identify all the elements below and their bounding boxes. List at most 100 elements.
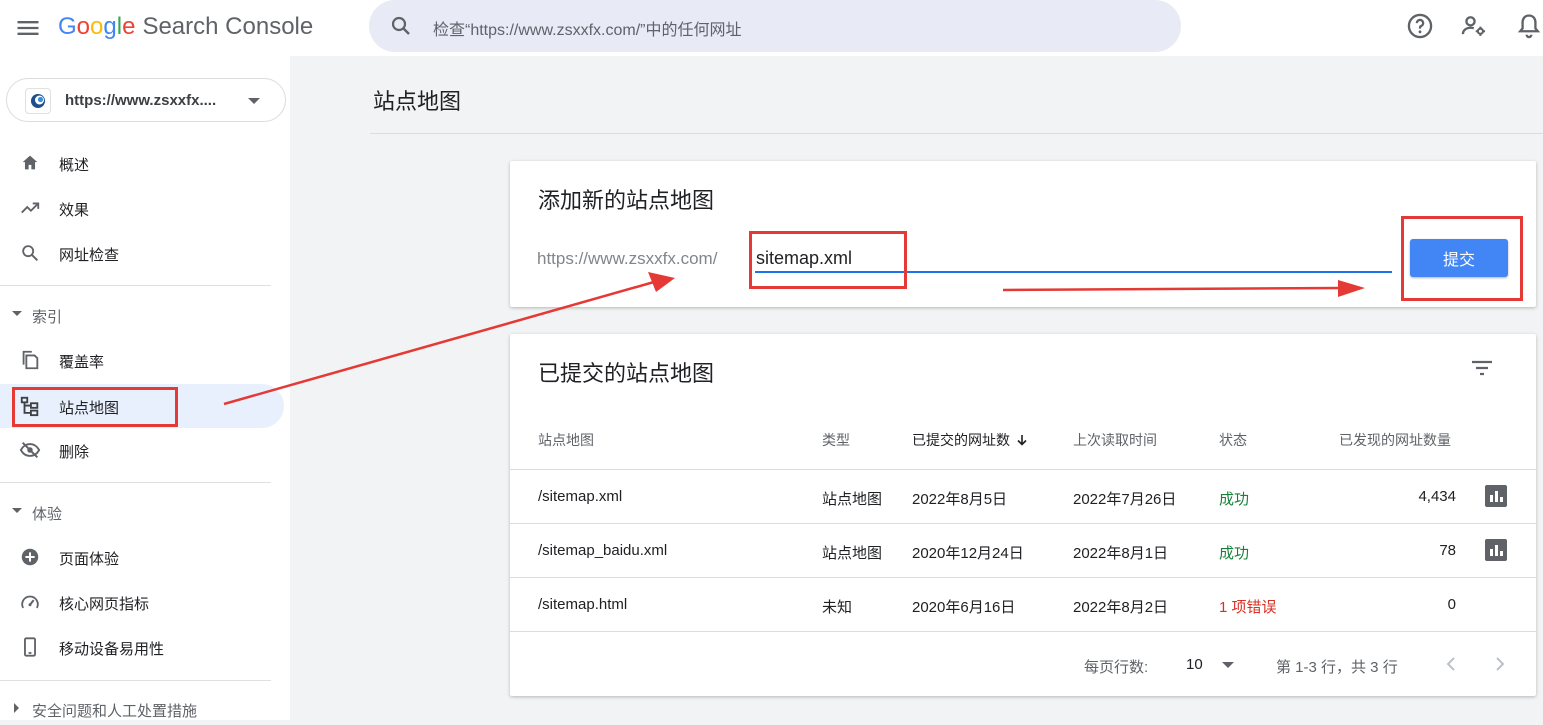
logo-letter: G — [58, 13, 77, 40]
nav-divider — [0, 680, 271, 681]
caret-down-icon — [12, 311, 22, 316]
home-icon — [22, 155, 38, 170]
property-selector[interactable]: https://www.zsxxfx.... — [6, 78, 286, 122]
trending-up-icon — [21, 202, 40, 214]
section-label: 索引 — [32, 309, 63, 326]
nav-divider — [0, 482, 271, 483]
help-icon[interactable] — [1406, 12, 1434, 40]
annotation-box-input — [749, 231, 907, 289]
nav-item-page-experience[interactable]: 页面体验 — [0, 535, 284, 579]
url-prefix: https://www.zsxxfx.com/ — [537, 249, 718, 268]
add-sitemap-card: 添加新的站点地图 https://www.zsxxfx.com/ 提交 — [510, 161, 1536, 307]
column-header-discovered[interactable]: 已发现的网址数量 — [1339, 430, 1451, 450]
cell-submitted: 2022年8月5日 — [912, 491, 1008, 508]
nav-divider — [0, 285, 271, 286]
app-logo[interactable]: Google Search Console — [58, 12, 313, 42]
cell-discovered: 0 — [1447, 596, 1456, 613]
cell-sitemap: /sitemap.xml — [538, 488, 623, 505]
filter-icon[interactable] — [1468, 356, 1496, 380]
speed-gauge-icon — [21, 595, 39, 609]
chevron-right-icon[interactable] — [1492, 654, 1508, 674]
nav-section-security[interactable]: 安全问题和人工处置措施 — [0, 695, 271, 725]
cell-type: 站点地图 — [822, 545, 883, 562]
add-sitemap-title: 添加新的站点地图 — [538, 188, 715, 213]
column-header-last-read[interactable]: 上次读取时间 — [1073, 430, 1157, 450]
title-divider — [370, 133, 1543, 134]
nav-section-experience[interactable]: 体验 — [0, 498, 271, 528]
menu-icon[interactable] — [14, 14, 42, 42]
cell-status: 1 项错误 — [1219, 599, 1277, 616]
nav-item-url-inspection[interactable]: 网址检查 — [0, 231, 284, 275]
row-divider — [510, 631, 1536, 632]
cell-discovered: 78 — [1439, 542, 1456, 559]
search-icon — [391, 16, 410, 35]
section-label: 体验 — [32, 506, 63, 523]
copy-icon — [22, 350, 39, 370]
cell-submitted: 2020年12月24日 — [912, 545, 1024, 562]
bar-chart-icon[interactable] — [1485, 485, 1507, 507]
visibility-off-icon — [19, 441, 41, 459]
table-row[interactable]: /sitemap.html 未知 2020年6月16日 2022年8月2日 1 … — [510, 578, 1536, 632]
column-header-label: 已提交的网址数 — [912, 432, 1010, 448]
submitted-sitemaps-card: 已提交的站点地图 站点地图 类型 已提交的网址数 上次读取时间 状态 已发现的网… — [510, 334, 1536, 696]
rows-per-page-select[interactable]: 10 — [1186, 656, 1203, 673]
nav-item-mobile-usability[interactable]: 移动设备易用性 — [0, 625, 284, 669]
column-header-submitted[interactable]: 已提交的网址数 — [912, 430, 1028, 450]
add-circle-icon — [21, 548, 39, 566]
bar-chart-icon[interactable] — [1485, 539, 1507, 561]
nav-label: 核心网页指标 — [59, 596, 150, 613]
cell-status: 成功 — [1219, 491, 1250, 508]
site-favicon-icon — [25, 88, 51, 114]
logo-letter: o — [90, 13, 104, 40]
user-settings-icon[interactable] — [1460, 12, 1488, 40]
nav-label: 覆盖率 — [59, 354, 105, 371]
chevron-left-icon[interactable] — [1443, 654, 1459, 674]
table-row[interactable]: /sitemap.xml 站点地图 2022年8月5日 2022年7月26日 成… — [510, 470, 1536, 524]
nav-label: 概述 — [59, 157, 90, 174]
submitted-sitemaps-title: 已提交的站点地图 — [538, 361, 715, 386]
annotation-box-sitemaps-nav — [12, 387, 178, 427]
pagination-range: 第 1-3 行，共 3 行 — [1276, 659, 1398, 676]
notifications-icon[interactable] — [1515, 12, 1543, 40]
rows-per-page-label: 每页行数: — [1084, 659, 1149, 676]
sort-down-arrow-icon — [1017, 435, 1027, 446]
top-bar: Google Search Console 检查“https://www.zsxx… — [0, 0, 1543, 56]
search-placeholder[interactable]: 检查“https://www.zsxxfx.com/”中的任何网址 — [433, 16, 741, 40]
search-icon — [22, 245, 39, 262]
column-header-sitemap[interactable]: 站点地图 — [538, 430, 594, 450]
nav-label: 移动设备易用性 — [59, 641, 165, 658]
nav-label: 删除 — [59, 444, 90, 461]
url-inspection-search[interactable]: 检查“https://www.zsxxfx.com/”中的任何网址 — [369, 0, 1181, 52]
cell-sitemap: /sitemap_baidu.xml — [538, 542, 668, 559]
nav-item-core-web-vitals[interactable]: 核心网页指标 — [0, 580, 284, 624]
table-row[interactable]: /sitemap_baidu.xml 站点地图 2020年12月24日 2022… — [510, 524, 1536, 578]
annotation-box-submit — [1401, 216, 1523, 301]
nav-section-index[interactable]: 索引 — [0, 301, 271, 331]
logo-letter: o — [76, 13, 91, 40]
cell-last-read: 2022年8月2日 — [1073, 599, 1169, 616]
caret-right-icon — [14, 703, 19, 713]
nav-item-overview[interactable]: 概述 — [0, 141, 284, 185]
caret-down-icon — [12, 508, 22, 513]
column-header-status[interactable]: 状态 — [1219, 430, 1247, 450]
product-name: Search Console — [142, 13, 314, 40]
nav-label: 效果 — [59, 202, 90, 219]
page-title: 站点地图 — [373, 89, 462, 114]
logo-letter: e — [122, 13, 136, 40]
cell-type: 未知 — [822, 599, 853, 616]
nav-label: 页面体验 — [59, 551, 120, 568]
dropdown-arrow-icon — [248, 98, 260, 104]
nav-label: 网址检查 — [59, 247, 120, 264]
cell-sitemap: /sitemap.html — [538, 596, 628, 613]
nav-item-performance[interactable]: 效果 — [0, 186, 284, 230]
cell-last-read: 2022年8月1日 — [1073, 545, 1169, 562]
nav-item-coverage[interactable]: 覆盖率 — [0, 338, 284, 382]
nav-item-removals[interactable]: 删除 — [0, 428, 284, 472]
section-label: 安全问题和人工处置措施 — [32, 703, 198, 720]
phone-icon — [24, 637, 36, 657]
cell-submitted: 2020年6月16日 — [912, 599, 1016, 616]
cell-status: 成功 — [1219, 545, 1250, 562]
dropdown-arrow-icon[interactable] — [1222, 662, 1234, 668]
column-header-type[interactable]: 类型 — [822, 430, 850, 450]
cell-type: 站点地图 — [822, 491, 883, 508]
